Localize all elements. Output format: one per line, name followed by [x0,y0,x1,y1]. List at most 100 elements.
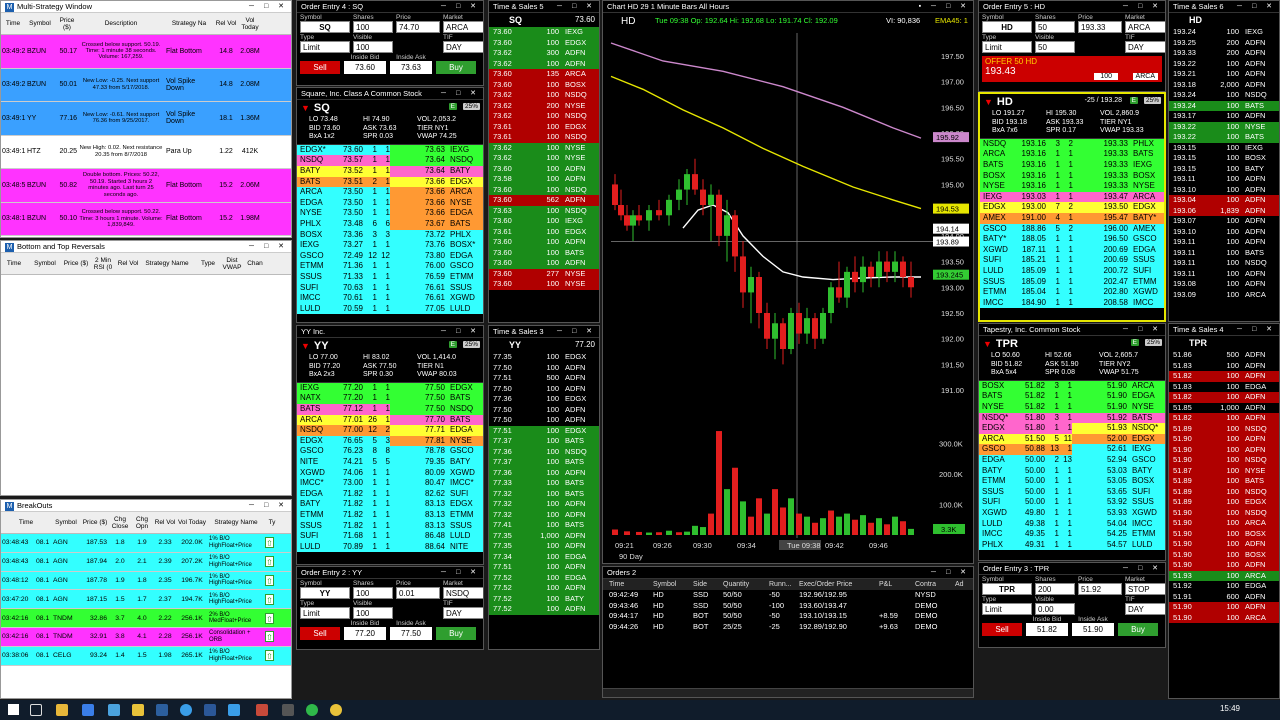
ask-row[interactable]: 80.47 IMCC* [390,478,483,489]
bid-row[interactable]: ARCA 77.01 26 1 [297,414,390,426]
table-row[interactable]: 03:49:2 BZUN 50.17 Crossed below support. 5… [1,35,291,69]
bid-row[interactable]: NSDQ 193.16 3 2 [980,138,1073,150]
price-chart[interactable]: HD Tue 09:38 Op: 192.64 Hi: 192.68 Lo: 19… [603,13,973,563]
table-row[interactable]: 03:48:5 BZUN 50.82 Double bottom. Prices: 5… [1,169,291,203]
window-controls[interactable]: ─ □ ✕ [931,567,970,578]
ask-row[interactable]: 53.65 SUFI [1072,486,1165,498]
ask-row[interactable]: 83.13 EDGX [390,499,483,510]
bid-row[interactable]: LULD 70.59 1 1 [297,303,390,315]
bid-row[interactable]: SSUS 71.33 1 1 [297,271,390,283]
bid-row[interactable]: ETMM 71.82 1 1 [297,509,390,521]
bid-row[interactable]: ARCA 51.50 5 11 [979,433,1072,445]
window-controls[interactable]: ─ □ ✕ [1123,563,1162,574]
percent-badge[interactable]: 25% [462,103,480,110]
buy-button[interactable]: Buy [436,627,476,640]
visible-input[interactable]: 100 [353,41,393,53]
ask-row[interactable]: 73.64 BATY [390,165,483,177]
ask-row[interactable]: 52.94 GSCO [1072,454,1165,466]
file-explorer-icon[interactable] [56,704,68,716]
ask-row[interactable]: 51.90 EDGA [1072,391,1165,402]
ask-row[interactable]: 73.80 EDGA [390,250,483,262]
bid-row[interactable]: BATS 51.82 1 1 [979,391,1072,402]
task-view-icon[interactable] [30,704,42,716]
bid-row[interactable]: PHLX 49.31 1 1 [979,539,1072,551]
order-row[interactable]: 09:44:17 HD BOT 50/50 -50 193.10/193.15 +8.59 D… [603,611,973,622]
ask-row[interactable]: 54.25 ETMM [1072,529,1165,540]
bid-row[interactable]: ETMM 185.04 1 1 [980,287,1073,298]
ask-row[interactable]: 52.61 IEXG [1072,444,1165,455]
bid-row[interactable]: XGWD 49.80 1 1 [979,507,1072,519]
ask-row[interactable]: 54.57 LULD [1072,539,1165,551]
type-select[interactable]: Limit [982,603,1032,615]
tif-select[interactable]: DAY [443,41,483,53]
table-row[interactable]: 03:49:1 HTZ 20.25 New High: 0.02. Next resi… [1,135,291,169]
table-row[interactable]: 03:49:1 YY 77.16 New Low: -0.61. Next suppo… [1,102,291,136]
l2-toggle-icon[interactable]: E [1129,97,1138,104]
bid-row[interactable]: GSCO 72.49 12 12 [297,250,390,262]
bid-row[interactable]: NITE 74.21 5 5 [297,456,390,468]
ask-row[interactable]: 73.67 BATS [390,218,483,230]
window-controls[interactable]: ─ □ ✕ [557,326,596,337]
ask-row[interactable]: 193.33 BATS [1073,149,1164,160]
bid-row[interactable]: IMCC 184.90 1 1 [980,297,1073,309]
ask-row[interactable]: 76.61 XGWD [390,293,483,304]
bid-row[interactable]: BATY 50.00 1 1 [979,465,1072,477]
price-input[interactable]: 51.92 [1078,583,1122,595]
price-input[interactable]: 0.01 [396,587,440,599]
bid-row[interactable]: EDGA 71.82 1 1 [297,488,390,500]
lightspeed-icon[interactable] [156,704,168,716]
period-label[interactable]: 90 Day [619,552,643,561]
order-row[interactable]: 09:44:26 HD BOT 25/25 -25 192.89/192.90 +9.63 D… [603,622,973,633]
symbol-input[interactable]: TPR [982,583,1032,595]
window-controls[interactable]: ─ □ ✕ [249,1,288,12]
media-icon[interactable] [256,704,268,716]
bid-row[interactable]: EDGX 193.00 7 2 [980,202,1073,213]
ask-row[interactable]: 51.93 NSDQ* [1072,423,1165,434]
market-select[interactable]: ARCA [1125,21,1165,33]
window-controls[interactable]: ─ □ ✕ [441,88,480,99]
ts-list[interactable]: 73.60 100 IEXG 73.60 100 EDGX 73.62 300 ADFN 73.6… [489,27,599,290]
bid-row[interactable]: ARCA 193.16 1 1 [980,149,1073,160]
bid-row[interactable]: IMCC 70.61 1 1 [297,293,390,304]
ask-row[interactable]: 78.78 GSCO [390,446,483,457]
bid-row[interactable]: SSUS 71.82 1 1 [297,520,390,532]
ask-row[interactable]: 86.48 LULD [390,531,483,542]
market-select[interactable]: STOP [1125,583,1165,595]
ask-row[interactable]: 77.50 EDGX [390,382,483,394]
bid-row[interactable]: EDGA 50.00 2 13 [979,454,1072,466]
chrome-icon[interactable] [330,704,342,716]
symbol-input[interactable]: HD [982,21,1032,33]
bid-row[interactable]: ARCA 73.50 1 1 [297,187,390,198]
bid-row[interactable]: NYSE 193.16 1 1 [980,181,1073,192]
bid-row[interactable]: BATY 71.82 1 1 [297,499,390,510]
pending-offer[interactable]: OFFER 50 HD 193.43 100 ARCA [982,56,1162,82]
bid-row[interactable]: BATY* 188.05 1 1 [980,234,1073,245]
market-select[interactable]: ARCA [443,21,483,33]
ask-row[interactable]: 73.76 BOSX* [390,240,483,251]
inside-bid-value[interactable]: 73.60 [344,61,386,74]
ask-row[interactable]: 88.64 NITE [390,541,483,553]
tif-select[interactable]: DAY [1125,41,1165,53]
bid-row[interactable]: EDGX* 73.60 1 1 [297,144,390,156]
bid-row[interactable]: SUFI 71.68 1 1 [297,531,390,542]
ask-row[interactable]: 77.50 NSDQ [390,403,483,415]
ts-list[interactable]: 193.24 100 IEXG 193.25 200 ADFN 193.33 200 ADFN 1… [1169,27,1279,300]
sell-button[interactable]: Sell [300,627,340,640]
bid-row[interactable]: IMCC* 73.00 1 1 [297,478,390,489]
bid-row[interactable]: GSCO 50.88 13 1 [979,444,1072,455]
inside-bid-value[interactable]: 51.82 [1026,623,1068,636]
ask-row[interactable]: 83.13 SSUS [390,520,483,532]
bid-row[interactable]: IEXG 193.03 1 1 [980,191,1073,203]
inside-ask-value[interactable]: 77.50 [390,627,432,640]
window-controls[interactable]: ▪ ─ □ ✕ [919,1,970,12]
ask-row[interactable]: 73.66 NYSE [390,197,483,209]
tif-select[interactable]: DAY [443,607,483,619]
bid-row[interactable]: NYSE 73.50 1 1 [297,208,390,219]
bid-row[interactable]: PHLX 73.48 6 6 [297,218,390,230]
bid-row[interactable]: BOSX 73.36 3 3 [297,229,390,241]
ask-row[interactable]: 193.33 PHLX [1073,138,1164,150]
ask-row[interactable]: 82.62 SUFI [390,488,483,500]
ask-row[interactable]: 76.59 ETMM [390,271,483,283]
window-controls[interactable]: ─ □ ✕ [1237,1,1276,12]
bid-row[interactable]: NSDQ 73.57 1 1 [297,155,390,166]
